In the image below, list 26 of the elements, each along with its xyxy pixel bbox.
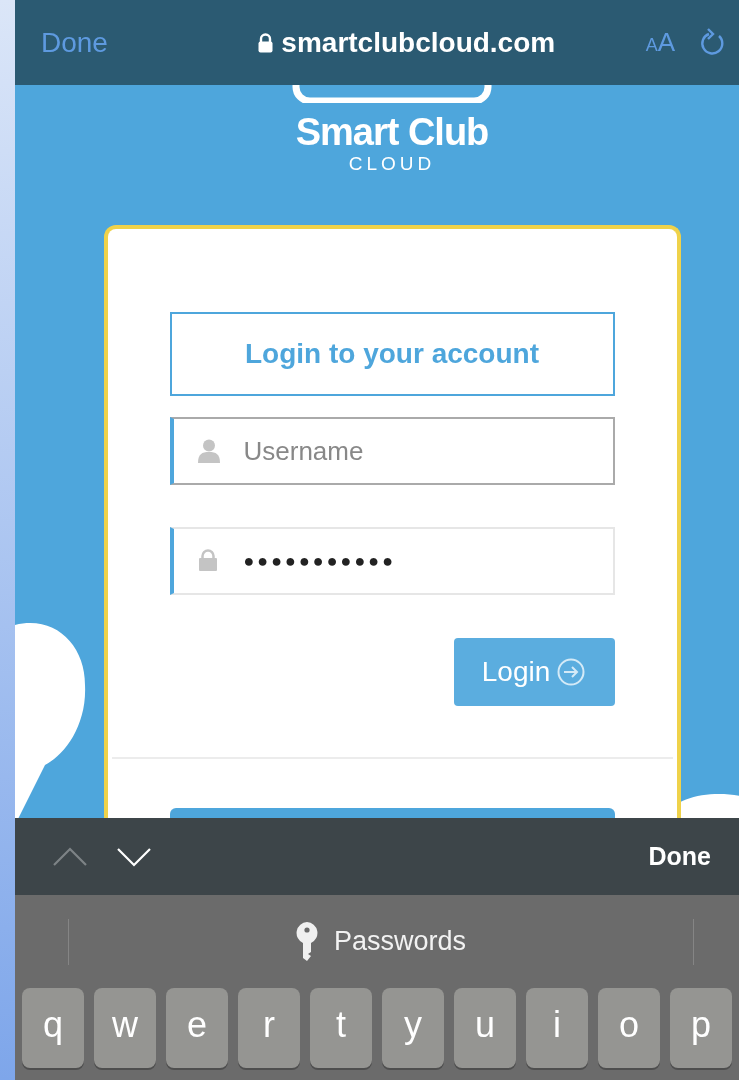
logo-subtitle: CLOUD (348, 153, 436, 175)
passwords-button[interactable]: Passwords (289, 920, 472, 963)
done-button[interactable]: Done (648, 842, 711, 871)
text-size-button[interactable]: AA (645, 27, 675, 58)
keyboard-key[interactable]: w (94, 988, 156, 1068)
username-field[interactable]: Username (169, 417, 615, 485)
key-icon (295, 921, 318, 962)
keyboard-key[interactable]: p (670, 988, 732, 1068)
login-heading: Login to your account (169, 312, 615, 396)
login-button[interactable]: Login (453, 638, 615, 706)
chevron-up-icon[interactable] (53, 846, 87, 867)
keyboard-key[interactable]: q (22, 988, 84, 1068)
logo-text: Smart Club (295, 111, 489, 153)
keyboard-key[interactable]: e (166, 988, 228, 1068)
password-field[interactable]: ●●●●●●●●●●● (169, 527, 615, 595)
keyboard-key[interactable]: t (310, 988, 372, 1068)
keyboard-key[interactable]: y (382, 988, 444, 1068)
keyboard-key[interactable]: u (454, 988, 516, 1068)
url-text[interactable]: smartclubcloud.com (281, 26, 556, 59)
keyboard-key[interactable]: i (526, 988, 588, 1068)
logo-icon (292, 85, 492, 103)
chevron-down-icon[interactable] (117, 846, 151, 867)
keyboard-key[interactable]: o (598, 988, 660, 1068)
arrow-circle-icon (556, 657, 587, 687)
keyboard-key[interactable]: r (238, 988, 300, 1068)
done-button[interactable]: Done (41, 26, 108, 59)
